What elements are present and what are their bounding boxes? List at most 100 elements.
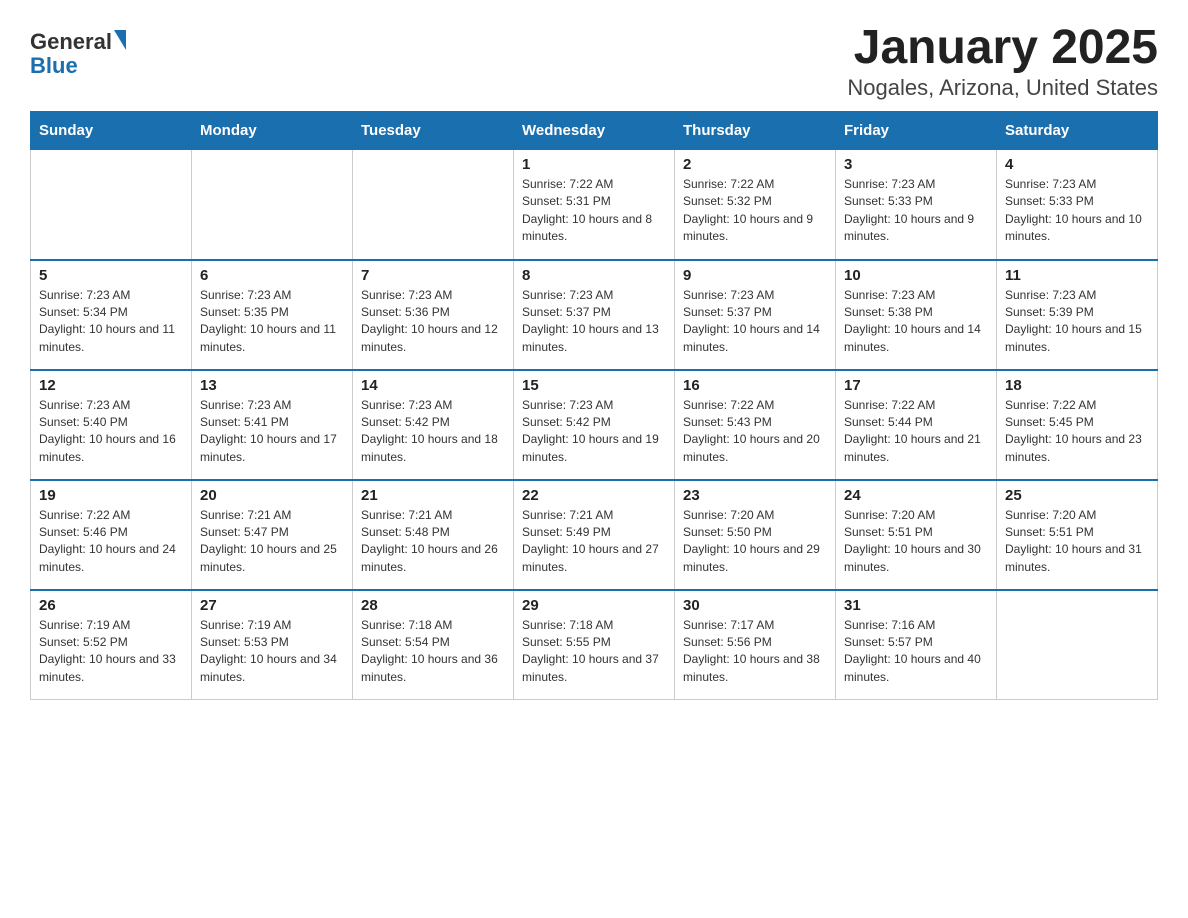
day-number: 2 — [683, 156, 827, 173]
logo-triangle-icon — [114, 30, 126, 50]
calendar-cell — [192, 150, 353, 260]
day-info: Sunrise: 7:19 AM Sunset: 5:53 PM Dayligh… — [200, 617, 344, 687]
calendar-header-row: SundayMondayTuesdayWednesdayThursdayFrid… — [31, 112, 1158, 150]
col-header-wednesday: Wednesday — [514, 112, 675, 150]
day-number: 8 — [522, 267, 666, 284]
calendar-table: SundayMondayTuesdayWednesdayThursdayFrid… — [30, 111, 1158, 700]
col-header-saturday: Saturday — [997, 112, 1158, 150]
calendar-cell: 25Sunrise: 7:20 AM Sunset: 5:51 PM Dayli… — [997, 480, 1158, 590]
month-title: January 2025 — [847, 20, 1158, 75]
calendar-week-1: 1 Sunrise: 7:22 AM Sunset: 5:31 PM Daylig… — [31, 150, 1158, 260]
day-info: Sunrise: 7:23 AM Sunset: 5:33 PM Dayligh… — [844, 176, 988, 246]
calendar-week-4: 19 Sunrise: 7:22 AM Sunset: 5:46 PM Dayli… — [31, 480, 1158, 590]
day-number: 29 — [522, 597, 666, 614]
day-number: 28 — [361, 597, 505, 614]
day-number: 7 — [361, 267, 505, 284]
day-info: Sunrise: 7:22 AM Sunset: 5:46 PM Dayligh… — [39, 507, 183, 577]
calendar-cell: 30 Sunrise: 7:17 AM Sunset: 5:56 PM Dayli… — [675, 590, 836, 700]
day-info: Sunrise: 7:19 AM Sunset: 5:52 PM Dayligh… — [39, 617, 183, 687]
calendar-cell: 16 Sunrise: 7:22 AM Sunset: 5:43 PM Dayli… — [675, 370, 836, 480]
calendar-cell — [997, 590, 1158, 700]
day-info: Sunrise: 7:21 AM Sunset: 5:49 PM Dayligh… — [522, 507, 666, 577]
calendar-cell: 27 Sunrise: 7:19 AM Sunset: 5:53 PM Dayli… — [192, 590, 353, 700]
calendar-cell: 9 Sunrise: 7:23 AM Sunset: 5:37 PM Daylig… — [675, 260, 836, 370]
day-number: 1 — [522, 156, 666, 173]
calendar-cell: 19 Sunrise: 7:22 AM Sunset: 5:46 PM Dayli… — [31, 480, 192, 590]
col-header-thursday: Thursday — [675, 112, 836, 150]
day-number: 15 — [522, 377, 666, 394]
calendar-cell: 28 Sunrise: 7:18 AM Sunset: 5:54 PM Dayli… — [353, 590, 514, 700]
day-info: Sunrise: 7:22 AM Sunset: 5:43 PM Dayligh… — [683, 397, 827, 467]
calendar-cell: 1 Sunrise: 7:22 AM Sunset: 5:31 PM Daylig… — [514, 150, 675, 260]
day-number: 14 — [361, 377, 505, 394]
day-info: Sunrise: 7:21 AM Sunset: 5:47 PM Dayligh… — [200, 507, 344, 577]
day-number: 21 — [361, 487, 505, 504]
calendar-cell: 13Sunrise: 7:23 AM Sunset: 5:41 PM Dayli… — [192, 370, 353, 480]
calendar-cell: 10 Sunrise: 7:23 AM Sunset: 5:38 PM Dayli… — [836, 260, 997, 370]
calendar-cell: 12Sunrise: 7:23 AM Sunset: 5:40 PM Dayli… — [31, 370, 192, 480]
day-info: Sunrise: 7:16 AM Sunset: 5:57 PM Dayligh… — [844, 617, 988, 687]
day-number: 31 — [844, 597, 988, 614]
day-number: 3 — [844, 156, 988, 173]
calendar-cell: 17 Sunrise: 7:22 AM Sunset: 5:44 PM Dayli… — [836, 370, 997, 480]
calendar-cell: 22Sunrise: 7:21 AM Sunset: 5:49 PM Dayli… — [514, 480, 675, 590]
day-info: Sunrise: 7:22 AM Sunset: 5:31 PM Dayligh… — [522, 176, 666, 246]
col-header-monday: Monday — [192, 112, 353, 150]
day-number: 20 — [200, 487, 344, 504]
day-info: Sunrise: 7:23 AM Sunset: 5:37 PM Dayligh… — [522, 287, 666, 357]
day-number: 5 — [39, 267, 183, 284]
day-number: 11 — [1005, 267, 1149, 284]
day-info: Sunrise: 7:22 AM Sunset: 5:45 PM Dayligh… — [1005, 397, 1149, 467]
calendar-cell — [353, 150, 514, 260]
day-info: Sunrise: 7:18 AM Sunset: 5:54 PM Dayligh… — [361, 617, 505, 687]
location-title: Nogales, Arizona, United States — [847, 75, 1158, 101]
day-number: 16 — [683, 377, 827, 394]
logo-general-text: General — [30, 30, 112, 54]
calendar-cell: 29 Sunrise: 7:18 AM Sunset: 5:55 PM Dayli… — [514, 590, 675, 700]
day-info: Sunrise: 7:18 AM Sunset: 5:55 PM Dayligh… — [522, 617, 666, 687]
day-info: Sunrise: 7:20 AM Sunset: 5:50 PM Dayligh… — [683, 507, 827, 577]
col-header-friday: Friday — [836, 112, 997, 150]
calendar-cell: 24Sunrise: 7:20 AM Sunset: 5:51 PM Dayli… — [836, 480, 997, 590]
calendar-cell: 31 Sunrise: 7:16 AM Sunset: 5:57 PM Dayli… — [836, 590, 997, 700]
page-header: General Blue January 2025 Nogales, Arizo… — [30, 20, 1158, 101]
calendar-cell: 21 Sunrise: 7:21 AM Sunset: 5:48 PM Dayli… — [353, 480, 514, 590]
day-number: 26 — [39, 597, 183, 614]
logo-blue-text: Blue — [30, 54, 126, 78]
day-number: 17 — [844, 377, 988, 394]
calendar-cell: 23Sunrise: 7:20 AM Sunset: 5:50 PM Dayli… — [675, 480, 836, 590]
day-info: Sunrise: 7:17 AM Sunset: 5:56 PM Dayligh… — [683, 617, 827, 687]
calendar-cell: 2Sunrise: 7:22 AM Sunset: 5:32 PM Daylig… — [675, 150, 836, 260]
day-number: 27 — [200, 597, 344, 614]
day-number: 10 — [844, 267, 988, 284]
col-header-tuesday: Tuesday — [353, 112, 514, 150]
day-number: 19 — [39, 487, 183, 504]
day-info: Sunrise: 7:23 AM Sunset: 5:37 PM Dayligh… — [683, 287, 827, 357]
calendar-cell: 8 Sunrise: 7:23 AM Sunset: 5:37 PM Daylig… — [514, 260, 675, 370]
col-header-sunday: Sunday — [31, 112, 192, 150]
day-info: Sunrise: 7:23 AM Sunset: 5:34 PM Dayligh… — [39, 287, 183, 357]
day-number: 6 — [200, 267, 344, 284]
calendar-cell: 4Sunrise: 7:23 AM Sunset: 5:33 PM Daylig… — [997, 150, 1158, 260]
calendar-week-3: 12Sunrise: 7:23 AM Sunset: 5:40 PM Dayli… — [31, 370, 1158, 480]
day-info: Sunrise: 7:21 AM Sunset: 5:48 PM Dayligh… — [361, 507, 505, 577]
calendar-cell: 18Sunrise: 7:22 AM Sunset: 5:45 PM Dayli… — [997, 370, 1158, 480]
calendar-cell: 20 Sunrise: 7:21 AM Sunset: 5:47 PM Dayli… — [192, 480, 353, 590]
day-number: 24 — [844, 487, 988, 504]
calendar-cell: 26 Sunrise: 7:19 AM Sunset: 5:52 PM Dayli… — [31, 590, 192, 700]
day-info: Sunrise: 7:23 AM Sunset: 5:35 PM Dayligh… — [200, 287, 344, 357]
day-info: Sunrise: 7:23 AM Sunset: 5:38 PM Dayligh… — [844, 287, 988, 357]
day-number: 12 — [39, 377, 183, 394]
day-info: Sunrise: 7:23 AM Sunset: 5:39 PM Dayligh… — [1005, 287, 1149, 357]
calendar-week-2: 5 Sunrise: 7:23 AM Sunset: 5:34 PM Daylig… — [31, 260, 1158, 370]
calendar-cell: 14 Sunrise: 7:23 AM Sunset: 5:42 PM Dayli… — [353, 370, 514, 480]
day-number: 4 — [1005, 156, 1149, 173]
calendar-cell — [31, 150, 192, 260]
calendar-cell: 15Sunrise: 7:23 AM Sunset: 5:42 PM Dayli… — [514, 370, 675, 480]
day-number: 30 — [683, 597, 827, 614]
calendar-cell: 7Sunrise: 7:23 AM Sunset: 5:36 PM Daylig… — [353, 260, 514, 370]
day-info: Sunrise: 7:23 AM Sunset: 5:42 PM Dayligh… — [361, 397, 505, 467]
calendar-cell: 11 Sunrise: 7:23 AM Sunset: 5:39 PM Dayli… — [997, 260, 1158, 370]
day-info: Sunrise: 7:22 AM Sunset: 5:44 PM Dayligh… — [844, 397, 988, 467]
day-number: 9 — [683, 267, 827, 284]
